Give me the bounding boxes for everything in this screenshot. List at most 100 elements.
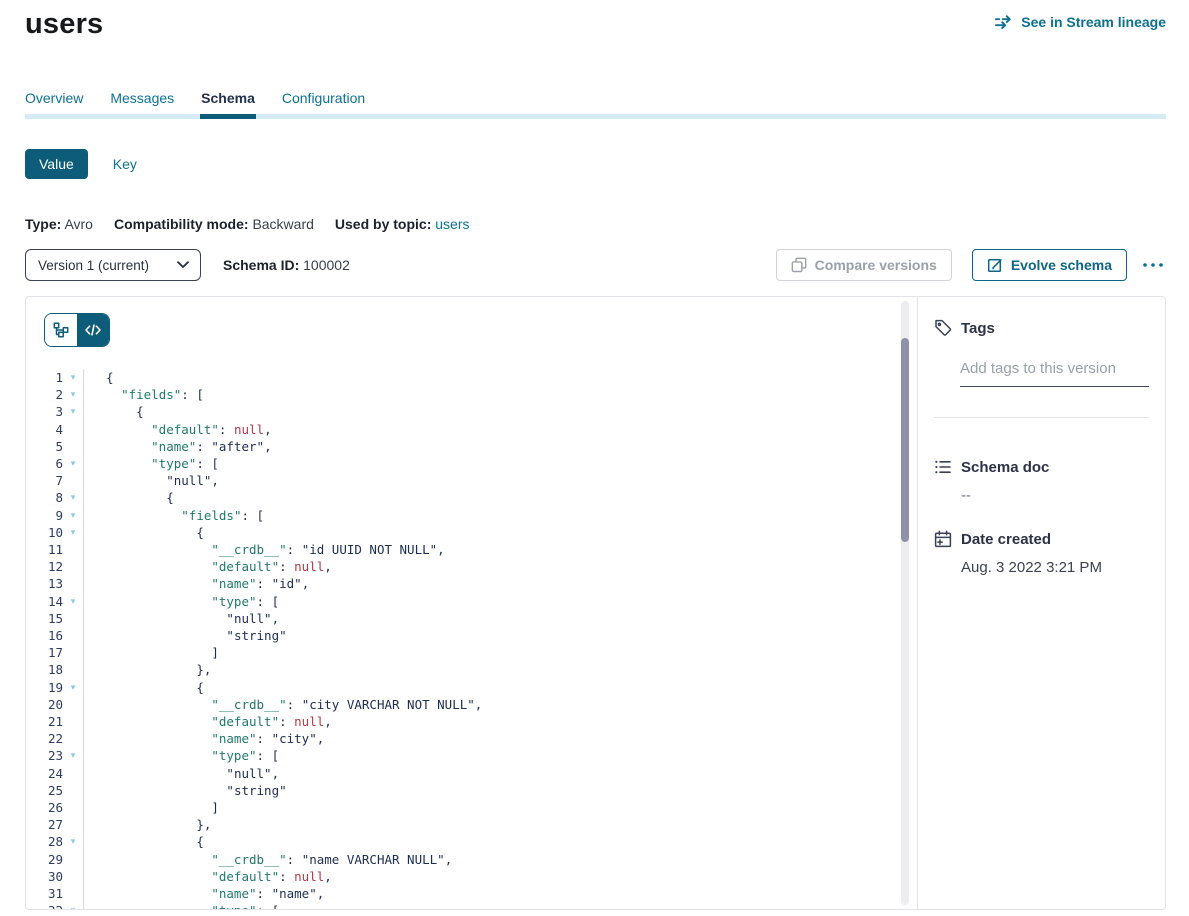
fold-gutter <box>63 421 83 438</box>
code-line-content: { <box>83 369 893 386</box>
code-line-content: "null", <box>83 472 893 489</box>
version-select[interactable]: Version 1 (current) <box>25 249 201 281</box>
version-toolbar: Version 1 (current) Schema ID: 100002 Co… <box>25 249 1166 281</box>
code-line-content: "default": null, <box>83 558 893 575</box>
value-toggle-button[interactable]: Value <box>25 149 88 179</box>
code-line: 18 }, <box>26 661 893 678</box>
line-number: 18 <box>26 661 63 678</box>
code-line: 5 "name": "after", <box>26 438 893 455</box>
editor-scrollbar[interactable] <box>901 301 909 905</box>
line-number: 11 <box>26 541 63 558</box>
code-line: 13 "name": "id", <box>26 575 893 592</box>
fold-toggle-icon[interactable]: ▾ <box>63 369 83 386</box>
code-line-content: }, <box>83 816 893 833</box>
code-line: 30 "default": null, <box>26 868 893 885</box>
line-number: 19 <box>26 679 63 696</box>
line-number: 27 <box>26 816 63 833</box>
doc-list-icon <box>934 458 952 476</box>
value-key-toggle: Value Key <box>25 149 1166 179</box>
line-number: 4 <box>26 421 63 438</box>
tab-configuration[interactable]: Configuration <box>282 90 365 106</box>
code-line-content: "type": [ <box>83 593 893 610</box>
code-line-content: { <box>83 524 893 541</box>
fold-toggle-icon[interactable]: ▾ <box>63 489 83 506</box>
code-line-content: "fields": [ <box>83 386 893 403</box>
fold-gutter <box>63 713 83 730</box>
code-line: 32▾ "type": [ <box>26 902 893 909</box>
fold-toggle-icon[interactable]: ▾ <box>63 403 83 420</box>
line-number: 30 <box>26 868 63 885</box>
compare-versions-button[interactable]: Compare versions <box>776 249 952 281</box>
calendar-plus-icon <box>934 530 952 548</box>
code-view-button[interactable] <box>77 314 109 346</box>
code-line-content: "__crdb__": "id UUID NOT NULL", <box>83 541 893 558</box>
fold-toggle-icon[interactable]: ▾ <box>63 386 83 403</box>
more-options-button[interactable] <box>1140 258 1166 272</box>
fold-toggle-icon[interactable]: ▾ <box>63 679 83 696</box>
fold-gutter <box>63 575 83 592</box>
topic-link[interactable]: users <box>435 216 469 232</box>
fold-gutter <box>63 472 83 489</box>
code-line: 24 "null", <box>26 765 893 782</box>
code-line-content: "default": null, <box>83 421 893 438</box>
fold-toggle-icon[interactable]: ▾ <box>63 833 83 850</box>
code-line-content: "fields": [ <box>83 507 893 524</box>
code-line: 16 "string" <box>26 627 893 644</box>
code-line-content: "null", <box>83 610 893 627</box>
fold-gutter <box>63 661 83 678</box>
code-area: 1▾{2▾ "fields": [3▾ {4 "default": null,5… <box>26 369 893 909</box>
line-number: 7 <box>26 472 63 489</box>
code-line: 19▾ { <box>26 679 893 696</box>
tab-schema[interactable]: Schema <box>201 90 255 106</box>
line-number: 24 <box>26 765 63 782</box>
code-line-content: "name": "name", <box>83 885 893 902</box>
code-line-content: "type": [ <box>83 747 893 764</box>
fold-toggle-icon[interactable]: ▾ <box>63 593 83 610</box>
fold-toggle-icon[interactable]: ▾ <box>63 902 83 909</box>
fold-toggle-icon[interactable]: ▾ <box>63 524 83 541</box>
scrollbar-thumb[interactable] <box>901 338 909 542</box>
tree-view-button[interactable] <box>45 314 77 346</box>
schema-page: users See in Stream lineage Overview Mes… <box>0 0 1189 910</box>
code-line: 29 "__crdb__": "name VARCHAR NULL", <box>26 851 893 868</box>
code-line: 4 "default": null, <box>26 421 893 438</box>
compare-versions-icon <box>791 257 807 273</box>
line-number: 16 <box>26 627 63 644</box>
fold-gutter <box>63 627 83 644</box>
code-line: 8▾ { <box>26 489 893 506</box>
key-toggle-button[interactable]: Key <box>107 149 143 179</box>
code-line: 23▾ "type": [ <box>26 747 893 764</box>
code-line-content: "default": null, <box>83 713 893 730</box>
line-number: 3 <box>26 403 63 420</box>
code-line: 26 ] <box>26 799 893 816</box>
line-number: 25 <box>26 782 63 799</box>
schema-editor: 1▾{2▾ "fields": [3▾ {4 "default": null,5… <box>26 297 917 909</box>
line-number: 28 <box>26 833 63 850</box>
evolve-schema-button[interactable]: Evolve schema <box>972 249 1127 281</box>
add-tags-input[interactable] <box>960 360 1149 387</box>
tab-messages[interactable]: Messages <box>110 90 174 106</box>
code-line-content: "string" <box>83 782 893 799</box>
line-number: 10 <box>26 524 63 541</box>
fold-gutter <box>63 816 83 833</box>
code-line: 25 "string" <box>26 782 893 799</box>
line-number: 22 <box>26 730 63 747</box>
sidebar-divider <box>934 417 1149 418</box>
stream-lineage-link[interactable]: See in Stream lineage <box>994 14 1166 30</box>
code-line-content: { <box>83 489 893 506</box>
line-number: 14 <box>26 593 63 610</box>
schema-id: Schema ID: 100002 <box>223 257 350 273</box>
code-line: 1▾{ <box>26 369 893 386</box>
fold-gutter <box>63 782 83 799</box>
page-title: users <box>25 8 103 41</box>
fold-gutter <box>63 730 83 747</box>
fold-toggle-icon[interactable]: ▾ <box>63 747 83 764</box>
fold-toggle-icon[interactable]: ▾ <box>63 455 83 472</box>
fold-toggle-icon[interactable]: ▾ <box>63 507 83 524</box>
tab-bar: Overview Messages Schema Configuration <box>25 90 1166 114</box>
tab-overview[interactable]: Overview <box>25 90 83 106</box>
used-by-topic-meta: Used by topic: users <box>335 216 470 232</box>
code-line-content: "type": [ <box>83 902 893 909</box>
line-number: 9 <box>26 507 63 524</box>
fold-gutter <box>63 696 83 713</box>
